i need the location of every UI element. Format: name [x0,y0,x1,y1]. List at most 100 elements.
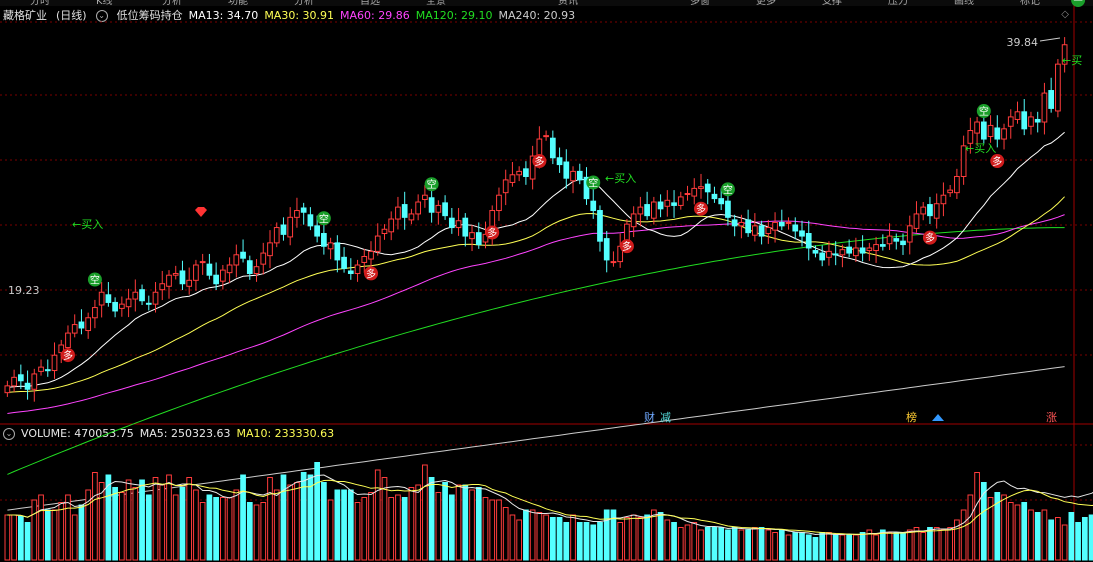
volume-bar [927,527,933,561]
candle-body [105,294,112,303]
candle-body [496,194,502,212]
volume-bar [698,529,704,561]
volume-bar [172,494,179,561]
volume-bar [664,519,671,561]
volume-bar [657,512,664,561]
candle-body [233,254,240,266]
candle-body [415,201,422,215]
volume-bar [570,514,576,561]
candle-body [886,235,893,245]
volume-bar [900,532,906,561]
volume-bar [51,509,58,561]
candle-body [395,206,401,220]
candle-body [597,210,603,242]
volume-bar [31,499,38,561]
volume-bar [691,522,698,561]
buy-in-signal-label: ←买入 [965,142,996,155]
duo-signal: 多 [534,155,544,168]
candle-body [422,194,428,200]
candle-body [927,204,933,217]
candle-body [664,199,671,207]
volume-bar [489,499,496,561]
candle-body [906,225,913,243]
candle-body [590,200,597,212]
volume-bar [253,504,260,561]
candle-body [1021,111,1028,130]
volume-bar [368,492,374,561]
candle-body [44,369,51,372]
volume-bar [388,497,395,561]
high-price-label: 39.84 [1007,36,1039,49]
ma13-line [7,131,1065,388]
candle-body [334,242,341,261]
duo-signal: 多 [63,349,73,362]
candle-body [287,216,294,238]
candle-body [536,138,543,157]
volume-bar [17,515,24,561]
kong-signal: 空 [588,177,598,190]
chart-canvas[interactable]: 空空空空空空空多多多多多多多多多39.8419.23←买←买入←买入←买入财减榜… [0,0,1093,562]
volume-bar [267,477,273,561]
duo-signal: 多 [925,232,935,245]
candle-body [354,264,361,275]
volume-bar [853,534,859,561]
candle-body [300,207,307,213]
volume-bar [1075,522,1081,561]
candle-body [139,289,145,302]
candle-body [31,373,38,390]
volume-bar [448,494,455,561]
candle-body [172,273,179,276]
candle-body [408,213,415,221]
volume-bar [778,529,785,561]
gem-icon [195,207,207,217]
candle-body [873,244,879,252]
volume-bar [220,497,226,561]
candle-body [650,201,657,219]
volume-bar [159,484,166,561]
volume-bar [650,509,657,561]
volume-bar [624,517,630,561]
volume-bar [233,489,240,561]
duo-signal: 多 [696,203,706,216]
candle-body [758,225,765,237]
volume-bar [213,497,219,561]
candle-body [785,221,792,224]
volume-bar [294,482,300,561]
candle-body [435,204,442,213]
duo-signal: 多 [366,267,376,280]
candle-body [974,121,980,134]
volume-bar [58,502,65,561]
volume-bar [576,522,583,561]
volume-bar [199,502,206,561]
volume-bar [725,529,731,561]
candle-body [711,193,718,200]
volume-bar [280,474,287,561]
candle-body [671,202,677,206]
up-arrow-icon [932,414,944,421]
volume-bar [1001,494,1007,561]
volume-bar [139,479,145,561]
candle-body [51,354,58,372]
candle-body [954,175,960,194]
volume-bar [772,532,778,561]
buy-in-signal-label: ←买入 [72,218,103,231]
candle-body [38,366,44,372]
candle-body [637,206,644,215]
volume-bar [832,534,839,561]
candle-body [65,332,71,349]
candle-body [832,253,839,256]
volume-bar [1007,502,1014,561]
volume-bar [354,502,361,561]
candle-body [145,302,152,305]
candle-body [92,307,98,319]
candle-body [1001,128,1007,140]
candle-body [125,298,132,308]
candle-body [1028,116,1034,127]
volume-bar [226,497,233,561]
volume-bar [341,489,347,561]
candle-body [859,247,866,254]
volume-bar [1055,517,1061,561]
candle-body [213,274,219,285]
candle-body [853,247,859,257]
candle-body [361,255,368,263]
